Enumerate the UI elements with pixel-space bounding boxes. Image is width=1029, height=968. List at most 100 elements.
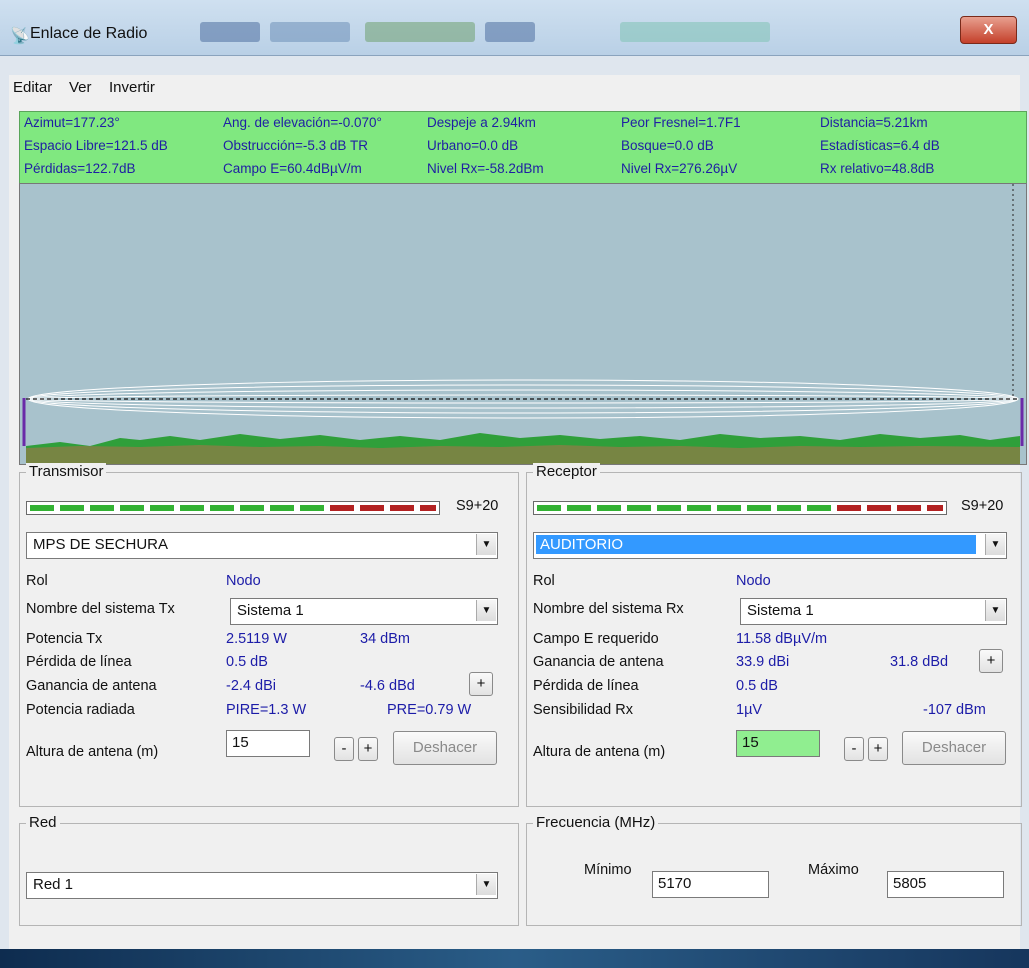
tx-potencia-w: 2.5119 W — [226, 631, 287, 647]
tx-sistema-select[interactable]: Sistema 1 ▼ — [230, 598, 498, 625]
chevron-down-icon[interactable]: ▼ — [476, 874, 496, 895]
stat-espacio-libre: Espacio Libre=121.5 dB — [24, 138, 168, 153]
window-title: Enlace de Radio — [30, 25, 148, 42]
rx-signal-meter — [533, 501, 947, 515]
red-group: Red Red 1 ▼ — [19, 814, 519, 926]
transmisor-group: Transmisor S9+20 MPS DE SECHURA ▼ Rol No… — [19, 463, 519, 807]
toolbar-blur — [270, 22, 350, 42]
stat-nivel-rx-dbm: Nivel Rx=-58.2dBm — [427, 161, 544, 176]
link-statistics: Azimut=177.23° Ang. de elevación=-0.070°… — [19, 111, 1027, 185]
rx-ganancia-dbi: 33.9 dBi — [736, 654, 790, 670]
rx-altura-label: Altura de antena (m) — [533, 744, 666, 760]
title-bar: 📡 Enlace de Radio X — [0, 0, 1029, 56]
transmisor-title: Transmisor — [26, 463, 107, 480]
tx-radiada-label: Potencia radiada — [26, 702, 135, 718]
frecuencia-min-label: Mínimo — [584, 862, 632, 878]
stat-azimut: Azimut=177.23° — [24, 115, 120, 130]
rx-antenna-plus-button[interactable]: + — [979, 649, 1003, 673]
stat-rx-relativo: Rx relativo=48.8dB — [820, 161, 935, 176]
close-button[interactable]: X — [960, 16, 1017, 44]
chevron-down-icon[interactable]: ▼ — [476, 600, 496, 621]
frecuencia-min-input[interactable]: 5170 — [652, 871, 769, 898]
tx-altura-minus-button[interactable]: - — [334, 737, 354, 761]
terrain-profile — [19, 183, 1027, 465]
toolbar-blur — [620, 22, 770, 42]
frecuencia-max-input[interactable]: 5805 — [887, 871, 1004, 898]
stat-bosque: Bosque=0.0 dB — [621, 138, 714, 153]
rx-altura-value: 15 — [742, 734, 759, 751]
chevron-down-icon[interactable]: ▼ — [985, 600, 1005, 621]
profile-graph — [22, 184, 1024, 464]
radio-link-icon: 📡 — [10, 28, 30, 45]
rx-sens-uv: 1µV — [736, 702, 763, 718]
rx-altura-plus-button[interactable]: + — [868, 737, 888, 761]
frecuencia-max-label: Máximo — [808, 862, 859, 878]
tx-antenna-plus-button[interactable]: + — [469, 672, 493, 696]
menu-invertir[interactable]: Invertir — [109, 79, 155, 96]
toolbar-blur — [365, 22, 475, 42]
stat-despeje: Despeje a 2.94km — [427, 115, 536, 130]
taskbar — [0, 949, 1029, 968]
red-select[interactable]: Red 1 ▼ — [26, 872, 498, 899]
rx-sistema-label: Nombre del sistema Rx — [533, 601, 684, 617]
stat-perdidas: Pérdidas=122.7dB — [24, 161, 136, 176]
tx-ganancia-label: Ganancia de antena — [26, 678, 157, 694]
tx-station-select[interactable]: MPS DE SECHURA ▼ — [26, 532, 498, 559]
red-title: Red — [26, 814, 60, 831]
tx-altura-input[interactable]: 15 — [226, 730, 310, 757]
stat-campo-e: Campo E=60.4dBµV/m — [223, 161, 362, 176]
frecuencia-group: Frecuencia (MHz) Mínimo 5170 Máximo 5805 — [526, 814, 1022, 926]
chevron-down-icon[interactable]: ▼ — [476, 534, 496, 555]
tx-altura-label: Altura de antena (m) — [26, 744, 159, 760]
stat-fresnel: Peor Fresnel=1.7F1 — [621, 115, 741, 130]
tx-altura-value: 15 — [232, 734, 249, 751]
rx-deshacer-button[interactable]: Deshacer — [902, 731, 1006, 765]
tx-station-value: MPS DE SECHURA — [33, 536, 169, 553]
tx-signal-meter — [26, 501, 440, 515]
receptor-group: Receptor S9+20 AUDITORIO ▼ Rol Nodo Nomb… — [526, 463, 1022, 807]
rx-sens-label: Sensibilidad Rx — [533, 702, 633, 718]
receptor-title: Receptor — [533, 463, 600, 480]
tx-ganancia-dbi: -2.4 dBi — [226, 678, 276, 694]
tx-pre: PRE=0.79 W — [387, 702, 472, 718]
tx-potencia-label: Potencia Tx — [26, 631, 103, 647]
rx-perdida-value: 0.5 dB — [736, 678, 778, 694]
frecuencia-min-value: 5170 — [658, 875, 692, 892]
rx-station-select[interactable]: AUDITORIO ▼ — [533, 532, 1007, 559]
rx-station-value: AUDITORIO — [540, 536, 624, 553]
rx-perdida-label: Pérdida de línea — [533, 678, 639, 694]
rx-sistema-value: Sistema 1 — [747, 602, 814, 619]
tx-altura-plus-button[interactable]: + — [358, 737, 378, 761]
stat-nivel-rx-uv: Nivel Rx=276.26µV — [621, 161, 738, 176]
rx-sens-dbm: -107 dBm — [923, 702, 986, 718]
stat-urbano: Urbano=0.0 dB — [427, 138, 519, 153]
rx-ganancia-label: Ganancia de antena — [533, 654, 664, 670]
stat-obstruccion: Obstrucción=-5.3 dB TR — [223, 138, 368, 153]
tx-perdida-label: Pérdida de línea — [26, 654, 132, 670]
menu-editar[interactable]: Editar — [13, 79, 52, 96]
tx-potencia-dbm: 34 dBm — [360, 631, 410, 647]
stat-distancia: Distancia=5.21km — [820, 115, 928, 130]
rx-altura-minus-button[interactable]: - — [844, 737, 864, 761]
menu-ver[interactable]: Ver — [69, 79, 92, 96]
rx-s-level: S9+20 — [961, 498, 1004, 514]
chevron-down-icon[interactable]: ▼ — [985, 534, 1005, 555]
tx-pire: PIRE=1.3 W — [226, 702, 307, 718]
stat-elevacion: Ang. de elevación=-0.070° — [223, 115, 382, 130]
stat-estadisticas: Estadísticas=6.4 dB — [820, 138, 940, 153]
tx-perdida-value: 0.5 dB — [226, 654, 268, 670]
main-panel: Azimut=177.23° Ang. de elevación=-0.070°… — [9, 99, 1027, 949]
tx-s-level: S9+20 — [456, 498, 499, 514]
tx-ganancia-dbd: -4.6 dBd — [360, 678, 415, 694]
red-value: Red 1 — [33, 876, 74, 893]
tx-sistema-value: Sistema 1 — [237, 602, 304, 619]
rx-altura-input[interactable]: 15 — [736, 730, 820, 757]
rx-sistema-select[interactable]: Sistema 1 ▼ — [740, 598, 1007, 625]
toolbar-blur — [200, 22, 260, 42]
tx-rol-label: Rol — [26, 573, 48, 589]
rx-campo-value: 11.58 dBµV/m — [736, 631, 828, 647]
rx-rol-value: Nodo — [736, 573, 771, 589]
frecuencia-title: Frecuencia (MHz) — [533, 814, 659, 831]
tx-deshacer-button[interactable]: Deshacer — [393, 731, 497, 765]
rx-campo-label: Campo E requerido — [533, 631, 659, 647]
